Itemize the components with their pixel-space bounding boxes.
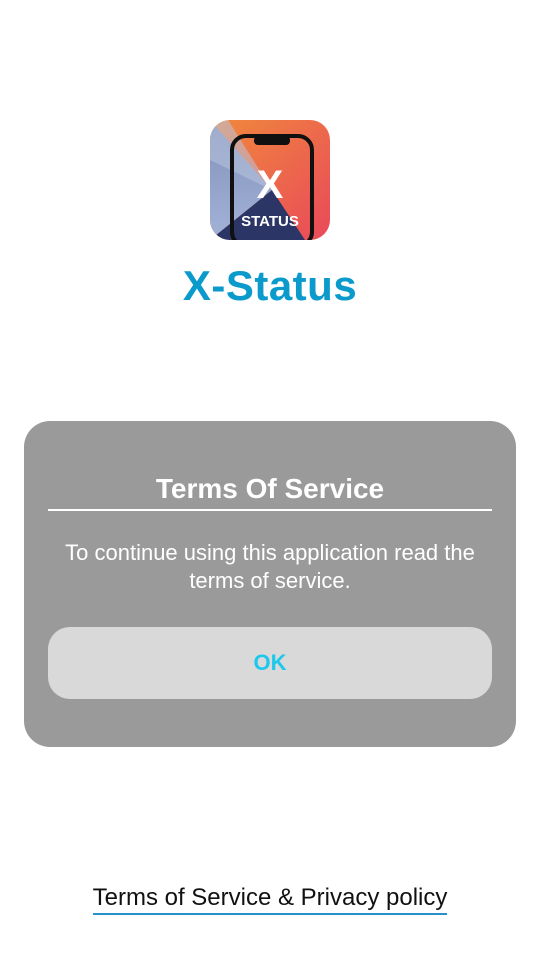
status-label: STATUS	[241, 213, 299, 230]
ok-button[interactable]: OK	[48, 627, 492, 699]
x-letter: X	[257, 163, 284, 207]
dialog-message: To continue using this application read …	[65, 540, 475, 593]
app-logo-icon: X STATUS	[210, 120, 330, 240]
app-title: X-Status	[182, 262, 358, 309]
terms-privacy-link[interactable]: Terms of Service & Privacy policy	[92, 884, 448, 915]
screen: X STATUS X-Status Terms Of Service To co…	[0, 0, 540, 960]
svg-text:STATUS: STATUS	[241, 213, 299, 230]
terms-dialog: Terms Of Service To continue using this …	[24, 421, 516, 747]
svg-text:X: X	[257, 163, 284, 207]
footer: Terms of Service & Privacy policy	[0, 884, 540, 915]
dialog-title: Terms Of Service	[155, 473, 385, 504]
dialog-divider	[48, 509, 492, 511]
